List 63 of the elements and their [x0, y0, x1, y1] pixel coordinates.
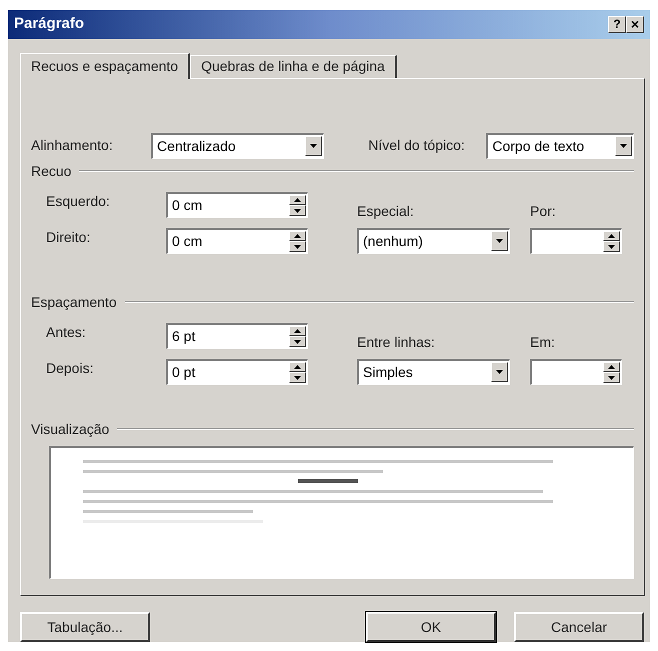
- window-title: Parágrafo: [14, 14, 86, 34]
- dialog-button[interactable]: OK: [366, 612, 496, 642]
- up-arrow-icon: [608, 365, 615, 370]
- spin-up-button[interactable]: [603, 230, 620, 242]
- down-arrow-icon: [294, 208, 301, 213]
- dropdown[interactable]: Centralizado: [151, 132, 324, 159]
- dropdown-arrow-button[interactable]: [491, 231, 508, 252]
- tab[interactable]: Quebras de linha e de página: [190, 54, 397, 78]
- dialog-button[interactable]: Cancelar: [514, 612, 644, 642]
- spin-field[interactable]: [530, 358, 622, 385]
- tab[interactable]: Recuos e espaçamento: [20, 52, 190, 79]
- spin-field[interactable]: 0 cm: [166, 228, 308, 254]
- caret-icon: [496, 239, 503, 244]
- up-arrow-icon: [294, 329, 301, 334]
- dropdown-arrow-button[interactable]: [615, 136, 632, 156]
- dropdown-arrow-button[interactable]: [491, 362, 508, 382]
- field-label: Alinhamento:: [31, 136, 114, 156]
- group-heading: Recuo: [31, 162, 72, 181]
- dropdown[interactable]: (nenhum): [357, 228, 510, 254]
- field-label: Antes:: [46, 324, 86, 340]
- close-button[interactable]: ×: [626, 16, 644, 33]
- group-heading: Visualização: [31, 420, 110, 439]
- spin-up-button[interactable]: [289, 230, 306, 242]
- field-label: Por:: [530, 202, 557, 221]
- up-arrow-icon: [608, 234, 615, 238]
- up-arrow-icon: [294, 365, 301, 370]
- spin-down-button[interactable]: [603, 372, 620, 383]
- spin-down-button[interactable]: [289, 241, 306, 252]
- dialog-button[interactable]: Tabulação...: [20, 612, 150, 642]
- spin-up-button[interactable]: [289, 362, 306, 372]
- field-label: Nível do tópico:: [368, 136, 465, 153]
- field-label: Entre linhas:: [357, 332, 436, 352]
- spin-down-button[interactable]: [289, 205, 306, 216]
- group-heading: Espaçamento: [31, 292, 117, 312]
- dropdown-arrow-button[interactable]: [305, 136, 322, 156]
- caret-icon: [496, 370, 503, 374]
- spin-field[interactable]: [530, 228, 622, 254]
- up-arrow-icon: [294, 198, 301, 202]
- spin-down-button[interactable]: [289, 372, 306, 383]
- spin-down-button[interactable]: [289, 336, 306, 347]
- spin-up-button[interactable]: [289, 326, 306, 336]
- spin-field[interactable]: 0 pt: [166, 358, 308, 385]
- down-arrow-icon: [608, 376, 615, 380]
- field-label: Especial:: [357, 202, 415, 221]
- field-label: Direito:: [46, 228, 90, 245]
- spin-up-button[interactable]: [289, 194, 306, 206]
- field-label: Depois:: [46, 360, 94, 376]
- up-arrow-icon: [294, 234, 301, 238]
- down-arrow-icon: [294, 340, 301, 344]
- spin-field[interactable]: 0 cm: [166, 192, 308, 218]
- caret-icon: [310, 144, 318, 148]
- field-label: Esquerdo:: [46, 192, 110, 209]
- spin-down-button[interactable]: [603, 241, 620, 252]
- spin-field[interactable]: 6 pt: [166, 322, 308, 349]
- down-arrow-icon: [608, 244, 615, 249]
- dropdown[interactable]: Corpo de texto: [486, 132, 634, 159]
- caret-icon: [620, 144, 627, 148]
- down-arrow-icon: [294, 244, 301, 249]
- field-label: Em:: [530, 332, 556, 352]
- help-button[interactable]: ?: [608, 16, 626, 33]
- spin-up-button[interactable]: [603, 362, 620, 372]
- dropdown[interactable]: Simples: [357, 358, 510, 385]
- down-arrow-icon: [294, 376, 301, 380]
